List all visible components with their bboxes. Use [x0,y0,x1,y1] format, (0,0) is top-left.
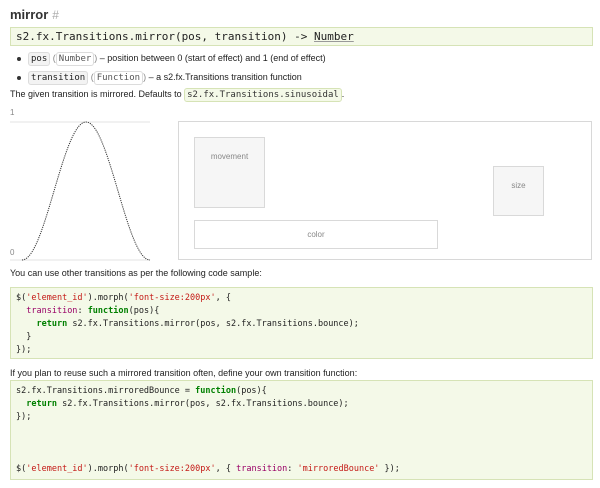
code-line: }); [16,412,32,422]
size-label: size [511,181,526,190]
param-name: pos [28,52,51,66]
section-title: mirror [10,7,49,22]
movement-demo-box[interactable]: movement [194,137,265,208]
code-sample-2: s2.fx.Transitions.mirroredBounce = funct… [10,380,593,480]
signature-text: s2.fx.Transitions.mirror(pos, transition… [16,30,315,43]
param-description: – position between 0 (start of effect) a… [97,53,326,63]
code-line: $('element_id').morph('font-size:200px',… [16,464,400,474]
reuse-intro: If you plan to reuse such a mirrored tra… [10,368,358,378]
code-sample-1: $('element_id').morph('font-size:200px',… [10,287,593,359]
param-type-link[interactable]: Number [55,52,95,66]
parameter-list: pos (Number) – position between 0 (start… [17,51,326,89]
transition-curve-graph: 1 0 [10,108,160,263]
code-line: return s2.fx.Transitions.mirror(pos, s2.… [26,399,349,409]
anchor-link[interactable]: # [52,8,59,22]
curve-svg [10,121,151,261]
code-line: return s2.fx.Transitions.mirror(pos, s2.… [36,319,359,329]
method-signature: s2.fx.Transitions.mirror(pos, transition… [10,27,593,46]
default-transition-code: s2.fx.Transitions.sinusoidal [184,88,342,102]
size-demo-box[interactable]: size [493,166,544,216]
code-line: } [16,332,32,342]
section-heading: mirror # [10,7,59,22]
param-name: transition [28,71,89,85]
description-before: The given transition is mirrored. Defaul… [10,89,185,99]
color-label: color [307,230,325,239]
description-after: . [341,89,345,99]
return-type-link[interactable]: Number [314,30,354,43]
code-sample-intro: You can use other transitions as per the… [10,268,262,278]
description-text: The given transition is mirrored. Defaul… [10,88,344,102]
param-description: – a s2.fx.Transitions transition functio… [146,72,302,82]
curve-line [21,121,151,261]
code-line: transition: function(pos){ [26,306,160,316]
list-item: pos (Number) – position between 0 (start… [17,51,326,70]
param-type-link[interactable]: Function [93,71,144,85]
list-item: transition (Function) – a s2.fx.Transiti… [17,70,326,89]
color-demo-box[interactable]: color [194,220,438,249]
code-line: $('element_id').morph('font-size:200px',… [16,293,231,303]
code-line: s2.fx.Transitions.mirroredBounce = funct… [16,386,267,396]
movement-label: movement [210,152,249,161]
code-line: }); [16,345,32,355]
effect-demo-area: movement size color [178,121,592,260]
